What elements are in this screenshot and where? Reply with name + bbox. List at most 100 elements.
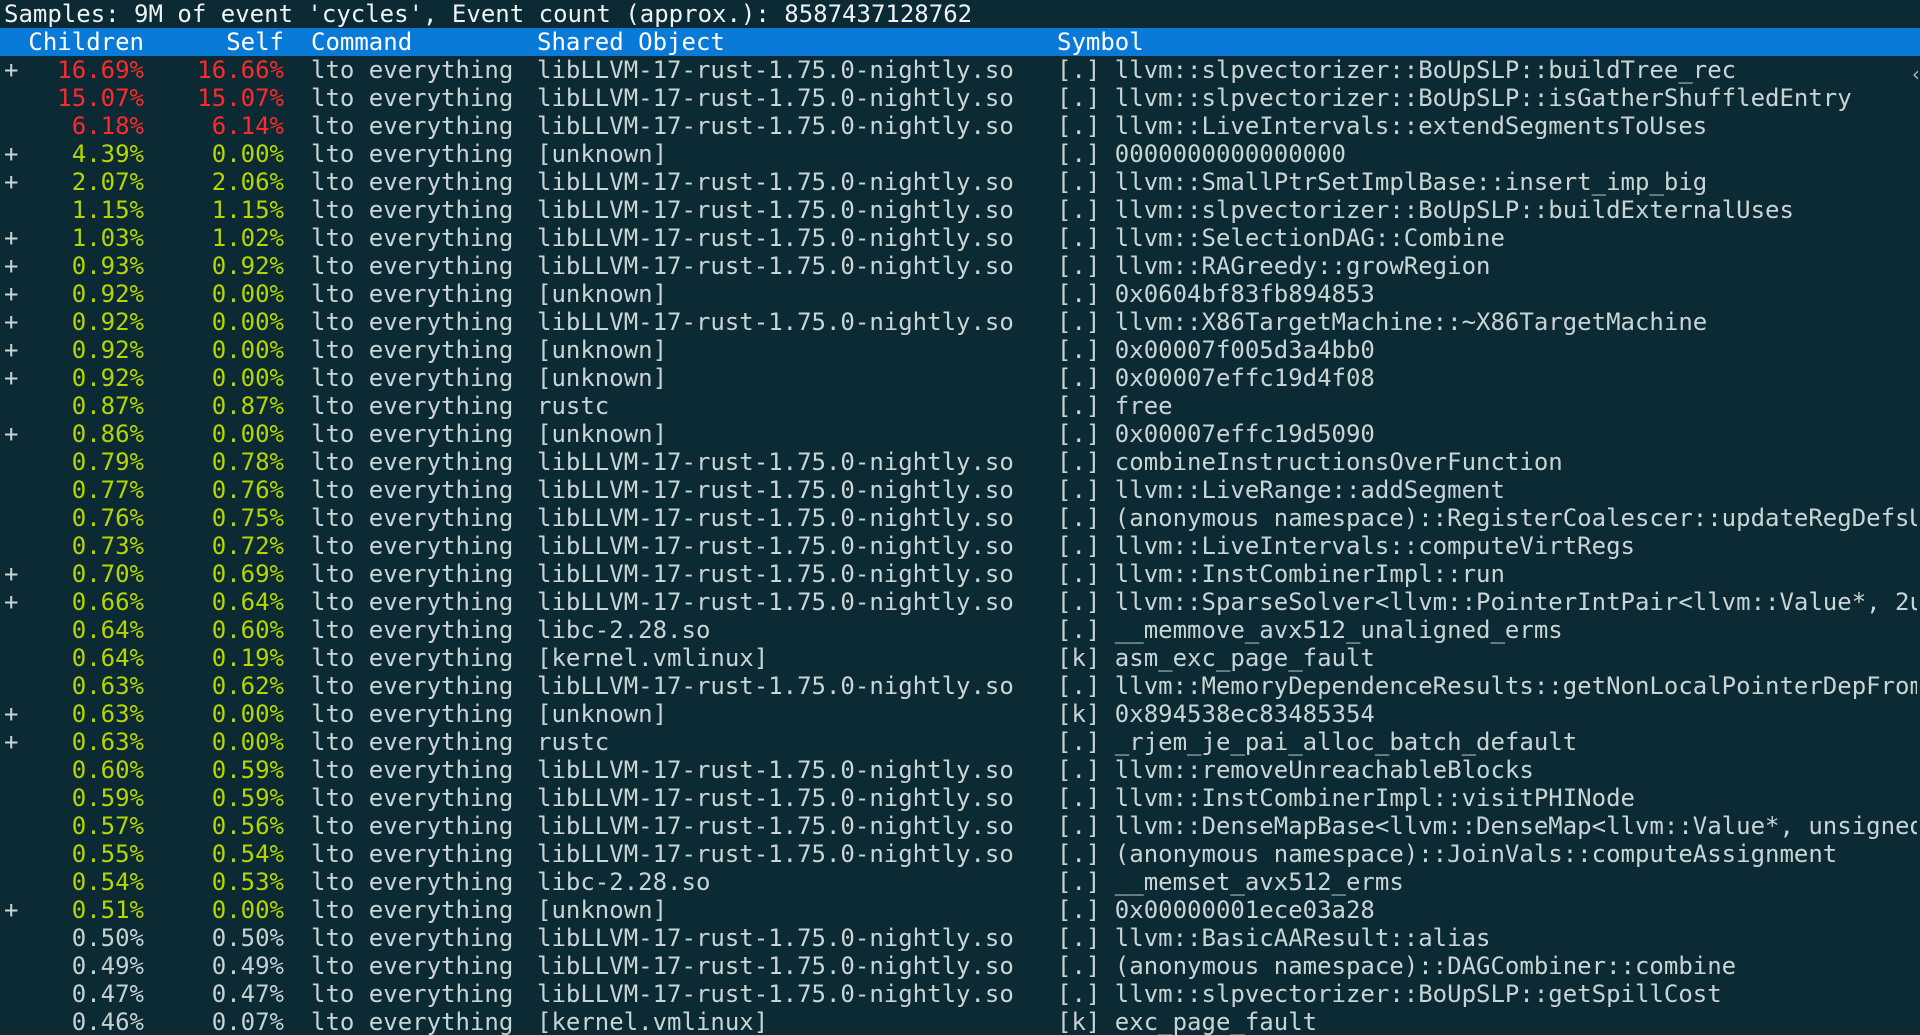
- symbol-name: [.] llvm::SelectionDAG::Combine: [1057, 224, 1505, 252]
- profile-row[interactable]: 0.57% 0.56% lto everything libLLVM-17-rust-…: [0, 812, 1920, 840]
- command-name: lto everything: [311, 168, 514, 196]
- symbol-name: [.] 0x0604bf83fb894853: [1057, 280, 1375, 308]
- profile-row[interactable]: +0.63% 0.00% lto everything rustc [.] _rjem_…: [0, 728, 1920, 756]
- profile-row[interactable]: +4.39% 0.00% lto everything [unknown] [.] 00…: [0, 140, 1920, 168]
- children-percent: 2.07%: [71, 168, 144, 196]
- children-percent: 0.64%: [71, 644, 144, 672]
- profile-row[interactable]: 0.55% 0.54% lto everything libLLVM-17-rust-…: [0, 840, 1920, 868]
- scroll-indicator-icon[interactable]: ‹: [1910, 62, 1920, 86]
- profile-row[interactable]: +0.66% 0.64% lto everything libLLVM-17-rust…: [0, 588, 1920, 616]
- symbol-name: [.] __memset_avx512_erms: [1057, 868, 1404, 896]
- profile-row[interactable]: 0.73% 0.72% lto everything libLLVM-17-rust-…: [0, 532, 1920, 560]
- profile-row[interactable]: +0.51% 0.00% lto everything [unknown] [.] 0x…: [0, 896, 1920, 924]
- shared-object-name: libc-2.28.so: [537, 616, 711, 644]
- symbol-name: [.] llvm::slpvectorizer::BoUpSLP::buildT…: [1057, 56, 1737, 84]
- command-column-header[interactable]: Command: [311, 28, 531, 56]
- symbol-name: [.] llvm::removeUnreachableBlocks: [1057, 756, 1534, 784]
- self-percent: 0.00%: [211, 364, 284, 392]
- shared-object-name: [kernel.vmlinux]: [537, 644, 769, 672]
- command-name: lto everything: [311, 1008, 514, 1035]
- children-percent: 0.50%: [71, 924, 144, 952]
- children-percent: 0.64%: [71, 616, 144, 644]
- profile-row[interactable]: +2.07% 2.06% lto everything libLLVM-17-rust…: [0, 168, 1920, 196]
- command-name: lto everything: [311, 392, 514, 420]
- profile-row[interactable]: 0.60% 0.59% lto everything libLLVM-17-rust-…: [0, 756, 1920, 784]
- command-name: lto everything: [311, 112, 514, 140]
- children-percent: 0.66%: [71, 588, 144, 616]
- command-name: lto everything: [311, 672, 514, 700]
- perf-report-terminal[interactable]: Samples: 9M of event 'cycles', Event cou…: [0, 0, 1920, 1035]
- profile-row[interactable]: 1.15% 1.15% lto everything libLLVM-17-rust-…: [0, 196, 1920, 224]
- profile-row[interactable]: +0.70% 0.69% lto everything libLLVM-17-rust…: [0, 560, 1920, 588]
- profile-row[interactable]: 0.59% 0.59% lto everything libLLVM-17-rust-…: [0, 784, 1920, 812]
- profile-rows: +16.69% 16.66% lto everything libLLVM-17-ru…: [0, 56, 1920, 1035]
- self-percent: 0.50%: [211, 924, 284, 952]
- children-percent: 0.76%: [71, 504, 144, 532]
- shared-object-name: libLLVM-17-rust-1.75.0-nightly.so: [537, 196, 1014, 224]
- command-name: lto everything: [311, 476, 514, 504]
- command-name: lto everything: [311, 868, 514, 896]
- shared-object-name: libLLVM-17-rust-1.75.0-nightly.so: [537, 84, 1014, 112]
- children-percent: 0.63%: [71, 700, 144, 728]
- symbol-name: [.] 0x00007effc19d4f08: [1057, 364, 1375, 392]
- command-name: lto everything: [311, 952, 514, 980]
- children-percent: 0.59%: [71, 784, 144, 812]
- children-percent: 0.60%: [71, 756, 144, 784]
- children-percent: 15.07%: [57, 84, 144, 112]
- profile-row[interactable]: 0.79% 0.78% lto everything libLLVM-17-rust-…: [0, 448, 1920, 476]
- command-name: lto everything: [311, 504, 514, 532]
- self-percent: 0.87%: [211, 392, 284, 420]
- symbol-name: [.] llvm::MemoryDependenceResults::getNo…: [1057, 672, 1917, 700]
- self-percent: 0.00%: [211, 336, 284, 364]
- profile-row[interactable]: 0.50% 0.50% lto everything libLLVM-17-rust-…: [0, 924, 1920, 952]
- profile-row[interactable]: 0.64% 0.60% lto everything libc-2.28.so [.] …: [0, 616, 1920, 644]
- children-percent: 0.54%: [71, 868, 144, 896]
- shared-object-name: libLLVM-17-rust-1.75.0-nightly.so: [537, 952, 1014, 980]
- profile-row[interactable]: 0.64% 0.19% lto everything [kernel.vmlinux]…: [0, 644, 1920, 672]
- command-name: lto everything: [311, 532, 514, 560]
- profile-row[interactable]: +0.92% 0.00% lto everything [unknown] [.] 0x…: [0, 336, 1920, 364]
- profile-row[interactable]: 0.49% 0.49% lto everything libLLVM-17-rust-…: [0, 952, 1920, 980]
- self-column-header[interactable]: Self: [150, 28, 284, 56]
- profile-row[interactable]: +0.92% 0.00% lto everything [unknown] [.] 0x…: [0, 280, 1920, 308]
- children-percent: 0.92%: [71, 280, 144, 308]
- profile-row[interactable]: 0.87% 0.87% lto everything rustc [.] free: [0, 392, 1920, 420]
- children-percent: 0.55%: [71, 840, 144, 868]
- self-percent: 1.02%: [211, 224, 284, 252]
- children-column-header[interactable]: Children: [20, 28, 144, 56]
- shared-object-name: [unknown]: [537, 336, 668, 364]
- profile-row[interactable]: 6.18% 6.14% lto everything libLLVM-17-rust-…: [0, 112, 1920, 140]
- profile-row[interactable]: 0.54% 0.53% lto everything libc-2.28.so [.] …: [0, 868, 1920, 896]
- profile-row[interactable]: 15.07% 15.07% lto everything libLLVM-17-rus…: [0, 84, 1920, 112]
- profile-row[interactable]: +0.86% 0.00% lto everything [unknown] [.] 0x…: [0, 420, 1920, 448]
- profile-row[interactable]: +1.03% 1.02% lto everything libLLVM-17-rust…: [0, 224, 1920, 252]
- profile-row[interactable]: 0.76% 0.75% lto everything libLLVM-17-rust-…: [0, 504, 1920, 532]
- profile-row[interactable]: 0.77% 0.76% lto everything libLLVM-17-rust-…: [0, 476, 1920, 504]
- shared-object-column-header[interactable]: Shared Object: [537, 28, 1057, 56]
- symbol-name: [.] llvm::X86TargetMachine::~X86TargetMa…: [1057, 308, 1708, 336]
- symbol-name: [.] llvm::slpvectorizer::BoUpSLP::getSpi…: [1057, 980, 1722, 1008]
- shared-object-name: libLLVM-17-rust-1.75.0-nightly.so: [537, 168, 1014, 196]
- children-percent: 0.79%: [71, 448, 144, 476]
- symbol-column-header[interactable]: Symbol: [1057, 28, 1917, 56]
- self-percent: 0.00%: [211, 308, 284, 336]
- shared-object-name: libLLVM-17-rust-1.75.0-nightly.so: [537, 224, 1014, 252]
- profile-row[interactable]: +0.92% 0.00% lto everything libLLVM-17-rust…: [0, 308, 1920, 336]
- children-percent: 0.93%: [71, 252, 144, 280]
- children-percent: 6.18%: [71, 112, 144, 140]
- symbol-name: [.] llvm::LiveRange::addSegment: [1057, 476, 1505, 504]
- symbol-name: [.] llvm::LiveIntervals::computeVirtRegs: [1057, 532, 1635, 560]
- profile-row[interactable]: 0.47% 0.47% lto everything libLLVM-17-rust-…: [0, 980, 1920, 1008]
- profile-row[interactable]: +0.93% 0.92% lto everything libLLVM-17-rust…: [0, 252, 1920, 280]
- profile-row[interactable]: 0.46% 0.07% lto everything [kernel.vmlinux]…: [0, 1008, 1920, 1035]
- profile-row[interactable]: +0.92% 0.00% lto everything [unknown] [.] 0x…: [0, 364, 1920, 392]
- self-percent: 0.54%: [211, 840, 284, 868]
- profile-row[interactable]: +0.63% 0.00% lto everything [unknown] [k] 0x…: [0, 700, 1920, 728]
- shared-object-name: libLLVM-17-rust-1.75.0-nightly.so: [537, 756, 1014, 784]
- symbol-name: [.] 0x00007f005d3a4bb0: [1057, 336, 1375, 364]
- symbol-name: [.] 0x00007effc19d5090: [1057, 420, 1375, 448]
- self-percent: 0.59%: [211, 756, 284, 784]
- profile-row[interactable]: +16.69% 16.66% lto everything libLLVM-17-ru…: [0, 56, 1920, 84]
- profile-row[interactable]: 0.63% 0.62% lto everything libLLVM-17-rust-…: [0, 672, 1920, 700]
- shared-object-name: libLLVM-17-rust-1.75.0-nightly.so: [537, 784, 1014, 812]
